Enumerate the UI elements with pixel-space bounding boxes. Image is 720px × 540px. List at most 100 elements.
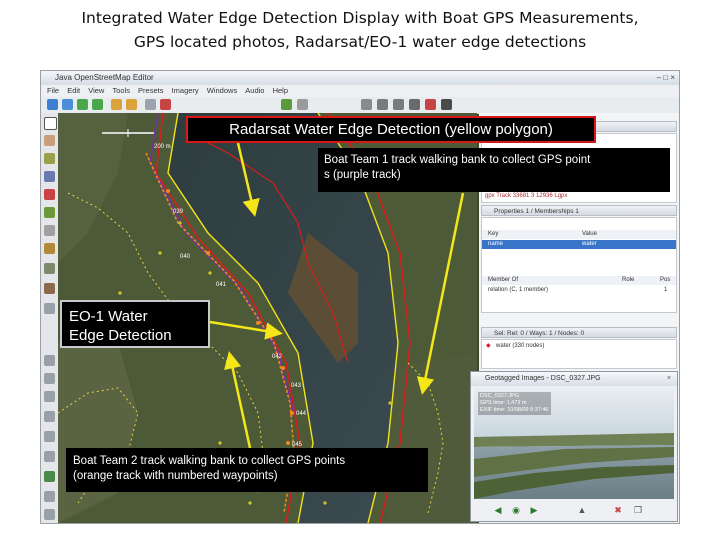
photo-exif-time: EXIF time: 10/08/09 8:37:46 xyxy=(480,407,549,413)
team2-callout: Boat Team 2 track walking bank to collec… xyxy=(66,448,428,492)
validator-icon[interactable] xyxy=(44,471,55,482)
layers-icon[interactable] xyxy=(44,355,55,366)
move-tool-icon[interactable] xyxy=(44,135,55,146)
select-tool-icon[interactable] xyxy=(44,117,57,130)
conflict-icon[interactable] xyxy=(44,431,55,442)
parking-icon[interactable] xyxy=(409,99,420,110)
left-toolbar xyxy=(41,113,59,523)
tool-icon[interactable] xyxy=(44,225,55,236)
tool-icon[interactable] xyxy=(44,303,55,314)
next-icon[interactable]: ▶ xyxy=(527,504,541,516)
waypoint-label: 044 xyxy=(296,411,307,417)
tool-icon[interactable] xyxy=(44,243,55,254)
slide-title-line1: Integrated Water Edge Detection Display … xyxy=(81,9,639,27)
prop-key: name xyxy=(488,241,504,247)
membership-header-row: Member Of Role Pos xyxy=(482,276,676,285)
draw-tool-icon[interactable] xyxy=(44,153,55,164)
photo-filename: DSC_0327.JPG xyxy=(480,393,520,399)
zoom-icon[interactable] xyxy=(145,99,156,110)
photo-controls: ◀ ◉ ▶ ▲ ✖ ❐ xyxy=(471,501,677,519)
team2-callout-line1: Boat Team 2 track walking bank to collec… xyxy=(73,455,346,467)
waypoint-label: 039 xyxy=(173,209,184,215)
delete-tool-icon[interactable] xyxy=(44,189,55,200)
waypoint-label: 040 xyxy=(180,254,191,260)
waypoint-label: 043 xyxy=(291,383,302,389)
close-layer-icon[interactable] xyxy=(425,99,436,110)
history-icon[interactable] xyxy=(44,411,55,422)
close-icon[interactable]: × xyxy=(667,372,671,386)
geotagged-images-window: Geotagged Images - DSC_0327.JPG × DSC_03… xyxy=(470,371,678,522)
previous-icon[interactable]: ◀ xyxy=(491,504,505,516)
properties-icon[interactable] xyxy=(44,373,55,384)
list-item[interactable]: ◆ water (330 nodes) xyxy=(482,342,676,351)
tool-icon[interactable] xyxy=(44,283,55,294)
undo-icon[interactable] xyxy=(111,99,122,110)
gpx-layer-item[interactable]: gpx Track 33681 3 12936 Lgpx xyxy=(482,192,676,201)
geotagged-photo: DSC_0327.JPG GPS time: 1,473 m EXIF time… xyxy=(474,387,674,499)
open-file-icon[interactable] xyxy=(47,99,58,110)
collapse-icon[interactable]: ▲ xyxy=(575,504,589,516)
delete-icon[interactable] xyxy=(160,99,171,110)
table-row[interactable]: name water xyxy=(482,240,676,249)
menu-windows[interactable]: Windows xyxy=(207,85,237,97)
bus-icon[interactable] xyxy=(377,99,388,110)
properties-panel-header[interactable]: Properties 1 / Memberships 1 xyxy=(481,205,677,216)
menu-presets[interactable]: Presets xyxy=(138,85,163,97)
eo1-callout-line2: Edge Detection xyxy=(69,327,172,344)
menu-edit[interactable]: Edit xyxy=(67,85,80,97)
member-of: relation (C, 1 member) xyxy=(488,287,549,293)
upload-icon[interactable] xyxy=(92,99,103,110)
team2-callout-line2: (orange track with numbered waypoints) xyxy=(73,470,278,482)
menu-audio[interactable]: Audio xyxy=(245,85,264,97)
filter-icon[interactable] xyxy=(44,451,55,462)
notes-icon[interactable] xyxy=(44,491,55,502)
house-icon[interactable] xyxy=(441,99,452,110)
col-key: Key xyxy=(488,231,499,237)
photo-info: DSC_0327.JPG GPS time: 1,473 m EXIF time… xyxy=(478,392,551,415)
team1-callout-line2: s (purple track) xyxy=(324,169,401,181)
eo1-callout: EO-1 Water Edge Detection xyxy=(60,300,210,348)
member-pos: 1 xyxy=(664,287,668,293)
menu-tools[interactable]: Tools xyxy=(112,85,130,97)
tool-icon[interactable] xyxy=(44,207,55,218)
copy-icon[interactable]: ❐ xyxy=(631,504,645,516)
building-icon[interactable] xyxy=(297,99,308,110)
menu-view[interactable]: View xyxy=(88,85,104,97)
window-titlebar: Java OpenStreetMap Editor – □ × xyxy=(41,71,679,85)
col-value: Value xyxy=(582,231,597,237)
delete-photo-icon[interactable]: ✖ xyxy=(611,504,625,516)
save-icon[interactable] xyxy=(62,99,73,110)
radarsat-callout-text: Radarsat Water Edge Detection (yellow po… xyxy=(229,121,553,138)
preset-icon[interactable] xyxy=(281,99,292,110)
menu-bar: File Edit View Tools Presets Imagery Win… xyxy=(41,85,679,97)
col-role: Role xyxy=(622,277,635,283)
train-icon[interactable] xyxy=(393,99,404,110)
window-controls[interactable]: – □ × xyxy=(657,73,675,83)
table-row[interactable]: relation (C, 1 member) 1 xyxy=(482,286,676,295)
menu-imagery[interactable]: Imagery xyxy=(172,85,199,97)
car-icon[interactable] xyxy=(361,99,372,110)
selection-panel-header[interactable]: Sel: Rel: 0 / Ways: 1 / Nodes: 0 xyxy=(481,327,677,338)
eo1-callout-line1: EO-1 Water xyxy=(69,308,148,325)
window-title: Java OpenStreetMap Editor xyxy=(55,73,154,82)
team1-callout: Boat Team 1 track walking bank to collec… xyxy=(318,148,670,192)
properties-panel: Key Value name water Member Of Role Pos … xyxy=(481,217,677,313)
selection-item-label: water (330 nodes) xyxy=(496,343,545,349)
waypoint-label: 042 xyxy=(272,354,283,360)
redo-icon[interactable] xyxy=(126,99,137,110)
zoom-tool-icon[interactable] xyxy=(44,171,55,182)
center-icon[interactable]: ◉ xyxy=(509,504,523,516)
way-icon: ◆ xyxy=(486,343,491,349)
map-paint-icon[interactable] xyxy=(44,509,55,520)
main-toolbar xyxy=(41,97,679,114)
photo-gps-time: GPS time: 1,473 m xyxy=(480,400,527,406)
selection-panel: ◆ water (330 nodes) xyxy=(481,339,677,369)
menu-help[interactable]: Help xyxy=(273,85,288,97)
menu-file[interactable]: File xyxy=(47,85,59,97)
slide-title-line2: GPS located photos, Radarsat/EO-1 water … xyxy=(133,33,587,51)
download-icon[interactable] xyxy=(77,99,88,110)
col-pos: Pos xyxy=(660,277,671,283)
team1-callout-line1: Boat Team 1 track walking bank to collec… xyxy=(324,154,591,166)
tool-icon[interactable] xyxy=(44,263,55,274)
selection-icon[interactable] xyxy=(44,391,55,402)
